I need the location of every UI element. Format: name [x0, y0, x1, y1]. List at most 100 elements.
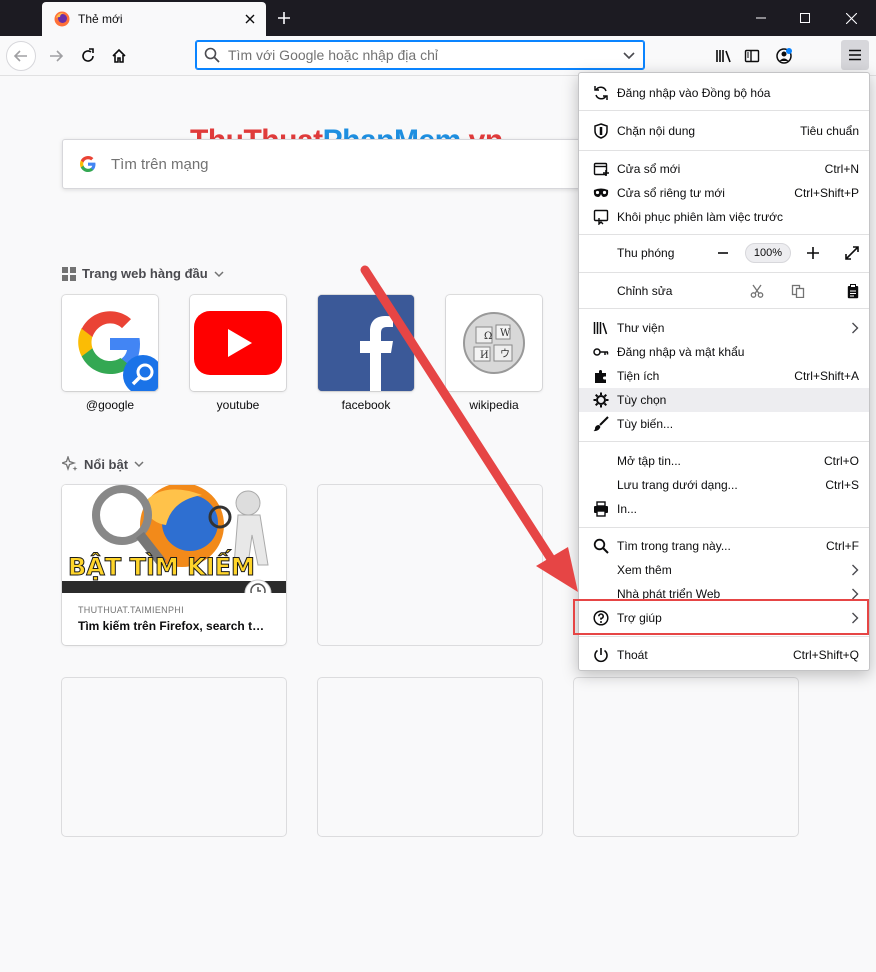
menu-new-window[interactable]: Cửa sổ mới Ctrl+N [579, 157, 869, 181]
menu-quit-shortcut: Ctrl+Shift+Q [792, 648, 859, 662]
zoom-out-button[interactable] [711, 247, 735, 259]
google-icon [78, 311, 158, 391]
top-site-facebook[interactable]: facebook [318, 295, 414, 412]
menu-quit[interactable]: Thoát Ctrl+Shift+Q [579, 643, 869, 667]
top-site-tile[interactable] [190, 295, 286, 391]
menu-zoom: Thu phóng 100% [579, 238, 869, 268]
youtube-icon [194, 311, 282, 375]
menu-quit-label: Thoát [617, 648, 648, 662]
menu-sync-label: Đăng nhập vào Đồng bộ hóa [617, 86, 771, 100]
forward-button[interactable] [40, 40, 72, 72]
highlight-title: Tìm kiếm trên Firefox, search từ k... [78, 619, 270, 633]
url-bar[interactable]: Tìm với Google hoặc nhập địa chỉ [195, 40, 645, 70]
highlights-title: Nổi bật [84, 456, 129, 472]
menu-customize[interactable]: Tùy biến... [579, 412, 869, 436]
paste-button[interactable] [819, 283, 859, 299]
app-menu-panel: Đăng nhập vào Đồng bộ hóa Chặn nội dung … [578, 72, 870, 671]
top-sites-heading[interactable]: Trang web hàng đầu [62, 266, 224, 281]
sidebar-button[interactable] [736, 40, 768, 72]
menu-sync[interactable]: Đăng nhập vào Đồng bộ hóa [579, 81, 869, 105]
menu-logins[interactable]: Đăng nhập và mật khẩu [579, 340, 869, 364]
maximize-button[interactable] [782, 0, 828, 36]
shield-icon [593, 123, 609, 139]
home-button[interactable] [103, 40, 135, 72]
menu-restore-session[interactable]: Khôi phục phiên làm việc trước [579, 205, 869, 229]
menu-open-file-label: Mở tập tin... [617, 454, 681, 468]
menu-print-label: In... [617, 502, 638, 516]
menu-open-file[interactable]: Mở tập tin... Ctrl+O [579, 449, 869, 473]
menu-more[interactable]: Xem thêm [579, 558, 869, 582]
menu-library[interactable]: Thư viện [579, 316, 869, 340]
menu-save-page-label: Lưu trang dưới dạng... [617, 478, 738, 492]
minimize-button[interactable] [738, 0, 784, 36]
title-bar: Thẻ mới [0, 0, 876, 36]
chevron-right-icon [852, 322, 859, 334]
highlight-card[interactable]: BẬT TÌM KIẾM THUTHUAT.TAIMIENPHI Tìm kiế… [62, 485, 286, 645]
empty-highlight-card [318, 678, 542, 836]
menu-private-window[interactable]: Cửa sổ riêng tư mới Ctrl+Shift+P [579, 181, 869, 205]
menu-separator [579, 272, 869, 273]
menu-find-in-page-label: Tìm trong trang này... [617, 539, 731, 553]
web-search-input[interactable]: Tìm trên mạng [111, 156, 209, 173]
account-button[interactable] [768, 40, 800, 72]
highlights-heading[interactable]: Nổi bật [62, 456, 144, 472]
arrow-right-icon [50, 50, 64, 62]
svg-text:ウ: ウ [500, 348, 510, 360]
top-site-tile[interactable]: Ω W И ウ [446, 295, 542, 391]
copy-button[interactable] [777, 284, 819, 298]
google-g-icon [80, 156, 96, 172]
search-icon [204, 47, 220, 63]
menu-more-spacer [593, 562, 609, 578]
menu-save-page-spacer [593, 477, 609, 493]
new-tab-button[interactable] [272, 6, 296, 30]
top-site-tile[interactable] [318, 295, 414, 391]
empty-highlight-card [62, 678, 286, 836]
chevron-right-icon [852, 564, 859, 576]
close-window-button[interactable] [828, 0, 874, 36]
chevron-down-icon[interactable] [622, 48, 636, 62]
back-button[interactable] [6, 41, 36, 71]
fullscreen-button[interactable] [825, 246, 859, 260]
menu-find-in-page[interactable]: Tìm trong trang này... Ctrl+F [579, 534, 869, 558]
svg-text:W: W [500, 328, 511, 339]
menu-private-window-shortcut: Ctrl+Shift+P [794, 186, 859, 200]
facebook-icon [318, 295, 414, 391]
top-site-tile[interactable] [62, 295, 158, 391]
open-menu-button[interactable] [841, 40, 869, 70]
menu-content-blocking[interactable]: Chặn nội dung Tiêu chuẩn [579, 119, 869, 143]
new-window-icon [593, 161, 609, 177]
menu-logins-label: Đăng nhập và mật khẩu [617, 345, 745, 359]
menu-open-file-spacer [593, 453, 609, 469]
hamburger-icon [849, 49, 861, 61]
top-site-google[interactable]: @google [62, 295, 158, 412]
tab-new-tab[interactable]: Thẻ mới [42, 2, 266, 36]
copy-icon [791, 284, 805, 298]
menu-edit: Chỉnh sửa [579, 279, 869, 303]
menu-addons[interactable]: Tiện ích Ctrl+Shift+A [579, 364, 869, 388]
zoom-reset-button[interactable]: 100% [745, 243, 791, 263]
menu-options[interactable]: Tùy chọn [579, 388, 869, 412]
nav-toolbar: Tìm với Google hoặc nhập địa chỉ [0, 36, 876, 76]
menu-save-page[interactable]: Lưu trang dưới dạng... Ctrl+S [579, 473, 869, 497]
home-icon [112, 48, 126, 63]
zoom-in-button[interactable] [801, 246, 825, 260]
top-site-label: @google [85, 398, 135, 412]
menu-print[interactable]: In... [579, 497, 869, 521]
top-site-wikipedia[interactable]: Ω W И ウ wikipedia [446, 295, 542, 412]
reload-button[interactable] [72, 40, 104, 72]
wikipedia-icon: Ω W И ウ [463, 312, 525, 374]
web-search-box[interactable]: Tìm trên mạng [62, 139, 602, 189]
top-site-youtube[interactable]: youtube [190, 295, 286, 412]
firefox-icon [54, 11, 70, 27]
menu-separator [579, 441, 869, 442]
menu-restore-session-label: Khôi phục phiên làm việc trước [617, 210, 783, 224]
menu-separator [579, 527, 869, 528]
menu-zoom-label: Thu phóng [617, 246, 675, 260]
top-site-label: facebook [341, 398, 391, 412]
cut-button[interactable] [737, 284, 777, 298]
close-tab-icon[interactable] [238, 7, 262, 31]
menu-new-window-shortcut: Ctrl+N [824, 162, 859, 176]
menu-content-blocking-label: Chặn nội dung [617, 124, 696, 138]
private-mask-icon [593, 185, 609, 201]
url-input[interactable]: Tìm với Google hoặc nhập địa chỉ [228, 47, 622, 63]
